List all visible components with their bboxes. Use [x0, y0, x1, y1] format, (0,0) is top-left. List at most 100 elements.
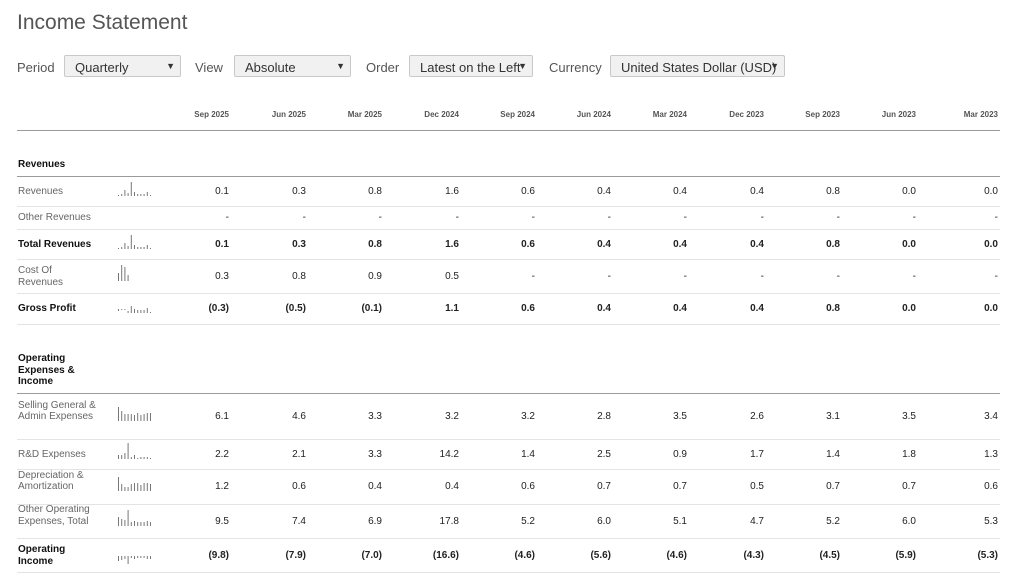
row-divider	[17, 293, 1000, 294]
table-cell: 0.7	[597, 481, 611, 492]
sparkline-bar	[124, 309, 126, 310]
sparkline-bar	[140, 456, 142, 459]
sparkline-bar	[118, 247, 119, 249]
sparkline-bar	[146, 308, 148, 313]
sparkline-bar	[127, 414, 129, 421]
sparkline-bar	[146, 483, 148, 491]
sparkline-bar	[137, 521, 139, 526]
table-cell: 6.9	[368, 515, 382, 527]
view-select[interactable]: Absolute ▼	[234, 55, 351, 77]
table-cell: (5.9)	[895, 549, 916, 561]
table-cell: 0.4	[673, 238, 687, 250]
table-cell: 2.6	[750, 411, 764, 422]
table-cell: -	[378, 212, 382, 223]
sparkline-bar	[143, 414, 145, 421]
section-divider	[17, 176, 1000, 177]
table-cell: -	[836, 270, 840, 282]
column-header-period: Dec 2023	[729, 110, 764, 119]
table-cell: 0.4	[673, 186, 687, 197]
table-cell: 3.2	[521, 411, 535, 422]
sparkline-bar	[130, 484, 132, 491]
sparkline-chart	[118, 234, 151, 249]
sparkline-bar	[127, 274, 129, 281]
chevron-down-icon: ▼	[166, 61, 175, 71]
table-cell: 0.4	[750, 238, 764, 250]
table-cell: 0.8	[826, 238, 840, 250]
table-cell: 1.1	[445, 303, 459, 314]
table-cell: (4.6)	[666, 549, 687, 561]
table-cell: 0.3	[215, 270, 229, 282]
sparkline-bar	[146, 520, 148, 526]
table-cell: 5.2	[521, 515, 535, 527]
sparkline-bar	[143, 246, 145, 249]
row-divider	[17, 259, 1000, 260]
table-cell: -	[607, 270, 611, 282]
sparkline-bar	[140, 415, 142, 421]
table-cell: 4.7	[750, 515, 764, 527]
table-cell: 1.3	[984, 448, 998, 460]
sparkline-bar	[143, 456, 145, 459]
column-header-period: Sep 2024	[500, 110, 535, 119]
section-title: Operating Expenses & Income	[18, 353, 75, 387]
sparkline-bar	[127, 193, 129, 196]
table-cell: 3.3	[368, 448, 382, 460]
sparkline-bar	[118, 454, 119, 459]
table-cell: -	[994, 212, 998, 223]
table-cell: 0.7	[673, 481, 687, 492]
sparkline-bar	[146, 555, 148, 559]
table-cell: 0.8	[292, 270, 306, 282]
sparkline-bar	[124, 487, 126, 491]
table-cell: 3.4	[984, 411, 998, 422]
table-cell: 0.4	[445, 481, 459, 492]
sparkline-bar	[121, 454, 123, 459]
column-header-period: Mar 2023	[963, 110, 998, 119]
order-label: Order	[366, 60, 400, 75]
row-divider	[17, 324, 1000, 325]
table-cell: (0.1)	[361, 303, 382, 314]
sparkline-bar	[134, 520, 135, 526]
sparkline-bar	[118, 309, 119, 311]
sparkline-bar	[127, 509, 129, 526]
sparkline-bar	[134, 483, 135, 491]
table-cell: -	[455, 212, 459, 223]
table-cell: -	[912, 212, 916, 223]
table-cell: -	[683, 270, 687, 282]
sparkline-bar	[118, 195, 119, 196]
sparkline-bar	[143, 194, 145, 196]
sparkline-bar	[124, 452, 126, 459]
column-header-period: Mar 2024	[652, 110, 687, 119]
order-select[interactable]: Latest on the Left ▼	[409, 55, 533, 77]
sparkline-bar	[124, 190, 126, 196]
sparkline-bar	[127, 311, 129, 313]
sparkline-bar	[137, 246, 139, 249]
table-cell: -	[760, 270, 764, 282]
table-cell: 5.1	[673, 515, 687, 527]
period-select[interactable]: Quarterly ▼	[64, 55, 181, 77]
table-cell: 0.9	[673, 448, 687, 460]
table-cell: 1.6	[445, 238, 459, 250]
row-divider	[17, 572, 1000, 573]
table-cell: 17.8	[439, 515, 459, 527]
table-cell: 3.5	[902, 411, 916, 422]
view-label: View	[195, 60, 223, 75]
currency-select[interactable]: United States Dollar (USD) ▼	[610, 55, 785, 77]
table-cell: 0.4	[750, 303, 764, 314]
sparkline-chart	[118, 182, 151, 196]
sparkline-chart	[118, 407, 151, 421]
table-cell: (5.6)	[590, 549, 611, 561]
table-cell: 0.1	[215, 186, 229, 197]
table-cell: (7.9)	[285, 549, 306, 561]
sparkline-bar	[150, 195, 151, 196]
table-cell: 0.4	[597, 238, 611, 250]
table-cell: 0.4	[597, 186, 611, 197]
table-cell: 0.8	[368, 186, 382, 197]
sparkline-bar	[150, 521, 151, 526]
table-cell: 0.3	[292, 186, 306, 197]
sparkline-bar	[134, 415, 135, 421]
sparkline-bar	[130, 521, 132, 526]
table-cell: 9.5	[215, 515, 229, 527]
sparkline-bar	[146, 456, 148, 459]
sparkline-bar	[121, 194, 123, 196]
table-cell: 3.5	[673, 411, 687, 422]
sparkline-bar	[140, 194, 142, 196]
